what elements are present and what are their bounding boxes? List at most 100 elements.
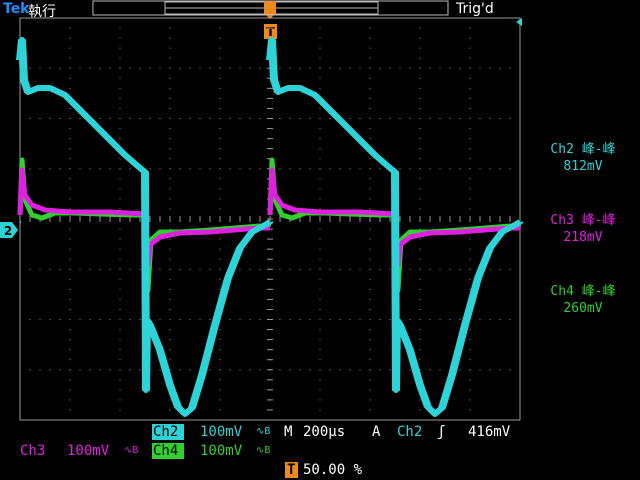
trigger-mode: A (372, 424, 381, 440)
grid-dot (69, 359, 71, 361)
grid-dot (219, 369, 221, 371)
grid-dot (99, 369, 101, 371)
grid-dot (129, 67, 131, 69)
ch2-scale: 100mV (200, 424, 243, 440)
grid-dot (469, 27, 471, 29)
waveforms (16, 37, 524, 417)
grid-dot (469, 87, 471, 89)
grid-dot (469, 208, 471, 210)
grid-dot (19, 369, 21, 371)
grid-dot (149, 67, 151, 69)
grid-dot (469, 278, 471, 280)
grid-dot (339, 168, 341, 170)
grid-dot (229, 168, 231, 170)
measurement-ch4[interactable]: Ch4 峰-峰 260mV (528, 283, 638, 317)
trigger-slope-icon: ʃ (437, 424, 446, 440)
grid-dot (259, 369, 261, 371)
timebase-value[interactable]: 200µs (303, 424, 345, 440)
ch2-bandwidth-icon: ∿B (256, 426, 271, 437)
grid-dot (389, 268, 391, 270)
grid-dot (109, 319, 111, 320)
grid-dot (349, 118, 351, 119)
grid-dot (419, 168, 421, 170)
grid-dot (119, 308, 121, 310)
grid-dot (219, 148, 221, 150)
grid-dot (169, 208, 171, 210)
grid-dot (469, 409, 471, 411)
grid-dot (419, 47, 421, 49)
grid-dot (109, 67, 111, 69)
ch4-label[interactable]: Ch4 (153, 443, 178, 459)
grid-dot (219, 158, 221, 160)
grid-dot (319, 258, 321, 260)
grid-dot (419, 87, 421, 89)
grid-dot (69, 27, 71, 29)
grid-dot (469, 258, 471, 260)
trigger-source[interactable]: Ch2 (397, 424, 422, 440)
grid-dot (319, 278, 321, 280)
grid-dot (99, 118, 101, 119)
ch2-label[interactable]: Ch2 (153, 424, 178, 440)
grid-dot (69, 188, 71, 190)
grid-dot (359, 268, 361, 270)
grid-dot (139, 268, 141, 270)
grid-dot (69, 268, 71, 270)
grid-dot (419, 198, 421, 200)
grid-dot (69, 329, 71, 331)
grid-dot (129, 118, 131, 119)
ch2-ground-marker[interactable]: 2 (0, 222, 18, 238)
grid-dot (389, 319, 391, 320)
trigger-level[interactable]: 416mV (468, 424, 510, 440)
grid-dot (69, 298, 71, 300)
grid-dot (469, 339, 471, 341)
grid-dot (469, 128, 471, 130)
measurement-ch3[interactable]: Ch3 峰-峰 218mV (528, 212, 638, 246)
grid-dot (279, 319, 281, 320)
grid-dot (319, 27, 321, 29)
grid-dot (469, 188, 471, 190)
grid-dot (69, 178, 71, 180)
grid-dot (289, 168, 291, 170)
grid-dot (169, 128, 171, 130)
grid-dot (89, 67, 91, 69)
grid-dot (479, 118, 481, 119)
grid-dot (369, 369, 371, 371)
grid-dot (369, 87, 371, 89)
grid-dot (419, 67, 421, 69)
grid-dot (419, 258, 421, 260)
grid-dot (69, 288, 71, 290)
run-status: 執行 (28, 4, 56, 20)
grid-dot (119, 258, 121, 260)
grid-dot (119, 107, 121, 109)
grid-dot (319, 77, 321, 79)
grid-dot (169, 168, 171, 170)
grid-dot (119, 298, 121, 300)
grid-dot (309, 118, 311, 119)
grid-dot (29, 369, 31, 371)
grid-dot (129, 168, 131, 170)
grid-dot (419, 339, 421, 341)
grid-dot (319, 178, 321, 180)
grid-dot (69, 349, 71, 351)
grid-dot (239, 268, 241, 270)
grid-dot (319, 238, 321, 240)
measurement-ch2[interactable]: Ch2 峰-峰 812mV (528, 141, 638, 175)
grid-dot (369, 248, 371, 250)
trigger-position-value[interactable]: 50.00 % (303, 462, 362, 478)
grid-dot (169, 349, 171, 351)
grid-dot (419, 248, 421, 250)
grid-dot (419, 288, 421, 290)
grid-dot (419, 37, 421, 39)
ch3-label[interactable]: Ch3 (20, 443, 45, 459)
grid-dot (399, 67, 401, 69)
grid-dot (69, 339, 71, 341)
grid-dot (89, 168, 91, 170)
grid-dot (419, 208, 421, 210)
grid-dot (379, 118, 381, 119)
grid-dot (239, 319, 241, 320)
grid-dot (29, 67, 31, 69)
grid-dot (369, 198, 371, 200)
grid-dot (419, 278, 421, 280)
grid-dot (19, 319, 21, 320)
grid-dot (249, 67, 251, 69)
